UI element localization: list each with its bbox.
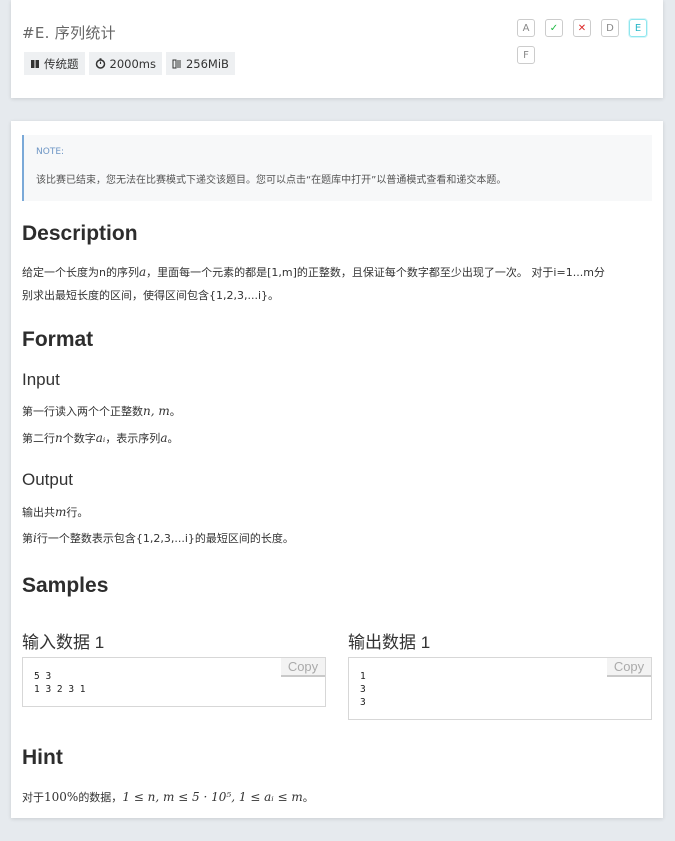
input-heading: Input — [22, 370, 60, 389]
problem-b-accepted-button[interactable]: ✓ — [545, 19, 563, 37]
problem-c-wrong-button[interactable]: ✕ — [573, 19, 591, 37]
sample-input-box: 5 3 1 3 2 3 1 Copy — [22, 657, 326, 707]
memory-icon — [172, 59, 181, 68]
description-heading: Description — [22, 222, 138, 245]
problem-type-label: 传统题 — [44, 56, 79, 71]
problem-d-button[interactable]: D — [601, 19, 619, 37]
format-heading: Format — [22, 328, 94, 351]
output-heading: Output — [22, 470, 74, 489]
description-line-1: 给定一个长度为n的序列a，里面每一个元素的都是[1,m]的正整数，且保证每个数字… — [22, 265, 605, 279]
problem-content: NOTE: 该比赛已结束，您无法在比赛模式下递交该题目。您可以点击“在题库中打开… — [11, 121, 663, 818]
hint-text: 对于100%的数据，1 ≤ n, m ≤ 5 · 10⁵, 1 ≤ aᵢ ≤ m… — [22, 790, 314, 804]
problem-header: #E. 序列统计 传统题 2000ms 256MiB A ✓ ✕ D E F — [11, 0, 663, 98]
hint-heading: Hint — [22, 746, 63, 769]
time-limit-tag: 2000ms — [88, 52, 162, 75]
description-line-2: 别求出最短长度的区间，使得区间包含{1,2,3,...i}。 — [22, 289, 280, 302]
copy-output-button[interactable]: Copy — [607, 658, 651, 677]
time-limit-label: 2000ms — [109, 56, 156, 71]
memory-limit-tag: 256MiB — [165, 52, 235, 75]
problem-a-button[interactable]: A — [517, 19, 535, 37]
problem-type-tag: 传统题 — [24, 52, 85, 75]
samples-heading: Samples — [22, 574, 109, 597]
note-title: NOTE: — [36, 147, 65, 157]
output-line-2: 第i行一个整数表示包含{1,2,3,...i}的最短区间的长度。 — [22, 531, 294, 545]
sample-output-label: 输出数据 1 — [348, 633, 431, 652]
problem-nav-row-2: F — [517, 46, 535, 64]
sample-output-box: 1 3 3 Copy — [348, 657, 652, 720]
problem-title: #E. 序列统计 — [22, 24, 116, 42]
problem-e-current-button[interactable]: E — [629, 19, 647, 37]
book-icon — [31, 59, 39, 68]
sample-output-data: 1 3 3 — [360, 671, 366, 708]
contest-ended-note: NOTE: 该比赛已结束，您无法在比赛模式下递交该题目。您可以点击“在题库中打开… — [22, 135, 652, 201]
problem-nav-row-1: A ✓ ✕ D E — [517, 19, 647, 37]
memory-limit-label: 256MiB — [185, 56, 229, 71]
sample-input-data: 5 3 1 3 2 3 1 — [34, 671, 86, 695]
note-text: 该比赛已结束，您无法在比赛模式下递交该题目。您可以点击“在题库中打开”以普通模式… — [36, 175, 507, 186]
output-line-1: 输出共m行。 — [22, 505, 89, 519]
stopwatch-icon — [95, 58, 105, 69]
input-line-2: 第二行n个数字aᵢ，表示序列a。 — [22, 431, 179, 445]
sample-input-label: 输入数据 1 — [22, 633, 105, 652]
problem-f-button[interactable]: F — [517, 46, 535, 64]
problem-meta: 传统题 2000ms 256MiB — [24, 52, 235, 75]
copy-input-button[interactable]: Copy — [281, 658, 325, 677]
input-line-1: 第一行读入两个个正整数n, m。 — [22, 404, 181, 418]
